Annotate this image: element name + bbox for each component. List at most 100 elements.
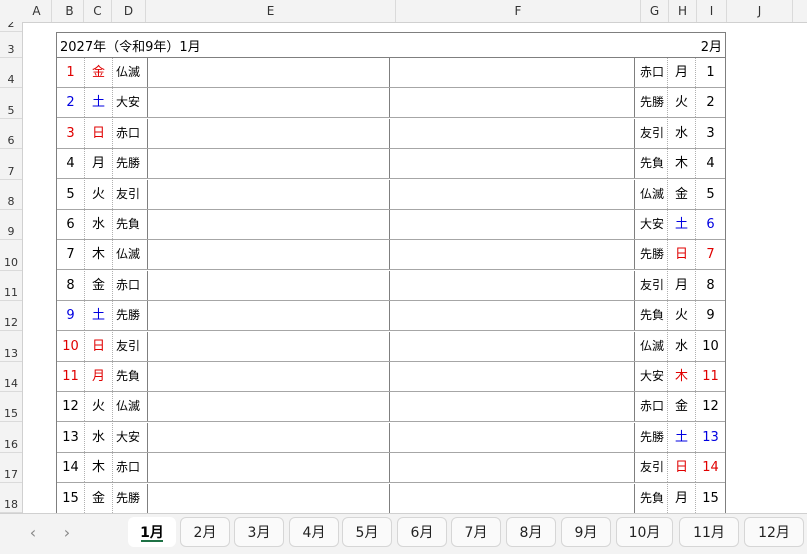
rokuyo-cell[interactable]: 先負 bbox=[113, 210, 148, 239]
sheet-tab-8[interactable]: 8月 bbox=[506, 517, 556, 547]
note-cell-january[interactable] bbox=[148, 483, 390, 513]
rokuyo-cell[interactable]: 赤口 bbox=[635, 58, 668, 87]
rokuyo-cell[interactable]: 大安 bbox=[113, 88, 148, 118]
row-header-10[interactable]: 10 bbox=[0, 240, 22, 271]
row-header-14[interactable]: 14 bbox=[0, 362, 22, 392]
note-cell-february[interactable] bbox=[390, 210, 635, 239]
column-header-A[interactable]: A bbox=[22, 0, 52, 22]
day-cell[interactable]: 3 bbox=[696, 119, 725, 148]
sheet-tab-4[interactable]: 4月 bbox=[289, 517, 339, 547]
weekday-cell[interactable]: 日 bbox=[668, 240, 696, 270]
note-cell-february[interactable] bbox=[390, 301, 635, 331]
note-cell-january[interactable] bbox=[148, 240, 390, 270]
sheet-tab-5[interactable]: 5月 bbox=[342, 517, 392, 547]
rokuyo-cell[interactable]: 大安 bbox=[635, 210, 668, 239]
rokuyo-cell[interactable]: 先負 bbox=[635, 483, 668, 513]
weekday-cell[interactable]: 月 bbox=[85, 362, 113, 391]
note-cell-january[interactable] bbox=[148, 179, 390, 209]
day-cell[interactable]: 14 bbox=[57, 453, 85, 483]
row-header-3[interactable]: 3 bbox=[0, 32, 22, 58]
weekday-cell[interactable]: 月 bbox=[668, 58, 696, 87]
rokuyo-cell[interactable]: 仏滅 bbox=[635, 179, 668, 209]
day-cell[interactable]: 15 bbox=[57, 483, 85, 513]
weekday-cell[interactable]: 月 bbox=[668, 483, 696, 513]
day-cell[interactable]: 11 bbox=[696, 362, 725, 391]
weekday-cell[interactable]: 水 bbox=[85, 422, 113, 452]
weekday-cell[interactable]: 金 bbox=[85, 483, 113, 513]
sheet-tab-6[interactable]: 6月 bbox=[397, 517, 447, 547]
day-cell[interactable]: 5 bbox=[57, 179, 85, 209]
weekday-cell[interactable]: 金 bbox=[85, 270, 113, 300]
chevron-right-icon[interactable]: › bbox=[56, 522, 78, 544]
row-header-12[interactable]: 12 bbox=[0, 301, 22, 331]
sheet-tab-12[interactable]: 12月 bbox=[744, 517, 804, 547]
sheet-tab-3[interactable]: 3月 bbox=[234, 517, 284, 547]
note-cell-february[interactable] bbox=[390, 483, 635, 513]
sheet-tab-10[interactable]: 10月 bbox=[616, 517, 673, 547]
weekday-cell[interactable]: 土 bbox=[668, 210, 696, 239]
row-header-16[interactable]: 16 bbox=[0, 422, 22, 453]
column-header-C[interactable]: C bbox=[84, 0, 112, 22]
rokuyo-cell[interactable]: 先負 bbox=[113, 362, 148, 391]
rokuyo-cell[interactable]: 友引 bbox=[113, 179, 148, 209]
weekday-cell[interactable]: 金 bbox=[668, 179, 696, 209]
rokuyo-cell[interactable]: 先負 bbox=[635, 301, 668, 331]
day-cell[interactable]: 9 bbox=[696, 301, 725, 330]
note-cell-february[interactable] bbox=[390, 149, 635, 179]
rokuyo-cell[interactable]: 先勝 bbox=[113, 301, 148, 331]
note-cell-january[interactable] bbox=[148, 270, 390, 300]
day-cell[interactable]: 1 bbox=[57, 58, 85, 87]
day-cell[interactable]: 15 bbox=[696, 484, 725, 513]
column-header-E[interactable]: E bbox=[146, 0, 396, 22]
rokuyo-cell[interactable]: 赤口 bbox=[113, 270, 148, 300]
weekday-cell[interactable]: 日 bbox=[85, 331, 113, 361]
weekday-cell[interactable]: 水 bbox=[668, 118, 696, 148]
day-cell[interactable]: 4 bbox=[57, 149, 85, 179]
day-cell[interactable]: 8 bbox=[57, 270, 85, 300]
note-cell-january[interactable] bbox=[148, 331, 390, 361]
day-cell[interactable]: 7 bbox=[57, 240, 85, 270]
day-cell[interactable]: 12 bbox=[57, 392, 85, 422]
note-cell-february[interactable] bbox=[390, 362, 635, 391]
calendar-title-row[interactable]: 2027年（令和9年）1月 2月 bbox=[57, 33, 725, 58]
weekday-cell[interactable]: 木 bbox=[85, 240, 113, 270]
note-cell-february[interactable] bbox=[390, 392, 635, 422]
column-header-B[interactable]: B bbox=[56, 0, 84, 22]
weekday-cell[interactable]: 火 bbox=[668, 88, 696, 118]
row-header-7[interactable]: 7 bbox=[0, 149, 22, 180]
rokuyo-cell[interactable]: 友引 bbox=[113, 331, 148, 361]
row-header-2[interactable]: 2 bbox=[0, 22, 22, 32]
day-cell[interactable]: 2 bbox=[696, 88, 725, 117]
note-cell-february[interactable] bbox=[390, 118, 635, 148]
note-cell-january[interactable] bbox=[148, 58, 390, 87]
weekday-cell[interactable]: 日 bbox=[668, 453, 696, 483]
rokuyo-cell[interactable]: 先負 bbox=[635, 149, 668, 179]
day-cell[interactable]: 10 bbox=[57, 331, 85, 361]
sheet-tab-1[interactable]: 1月 bbox=[128, 517, 176, 547]
note-cell-january[interactable] bbox=[148, 453, 390, 483]
row-header-6[interactable]: 6 bbox=[0, 119, 22, 149]
day-cell[interactable]: 9 bbox=[57, 301, 85, 331]
rokuyo-cell[interactable]: 赤口 bbox=[113, 453, 148, 483]
note-cell-january[interactable] bbox=[148, 210, 390, 239]
note-cell-february[interactable] bbox=[390, 331, 635, 361]
row-header-4[interactable]: 4 bbox=[0, 58, 22, 88]
chevron-left-icon[interactable]: ‹ bbox=[22, 522, 44, 544]
note-cell-february[interactable] bbox=[390, 58, 635, 87]
sheet-tab-9[interactable]: 9月 bbox=[561, 517, 611, 547]
day-cell[interactable]: 13 bbox=[696, 423, 725, 452]
note-cell-january[interactable] bbox=[148, 422, 390, 452]
day-cell[interactable]: 1 bbox=[696, 58, 725, 87]
day-cell[interactable]: 6 bbox=[57, 210, 85, 239]
weekday-cell[interactable]: 火 bbox=[85, 392, 113, 422]
weekday-cell[interactable]: 木 bbox=[85, 453, 113, 483]
column-header-F[interactable]: F bbox=[396, 0, 641, 22]
day-cell[interactable]: 2 bbox=[57, 88, 85, 118]
sheet-tab-7[interactable]: 7月 bbox=[451, 517, 501, 547]
rokuyo-cell[interactable]: 友引 bbox=[635, 118, 668, 148]
weekday-cell[interactable]: 木 bbox=[668, 149, 696, 179]
note-cell-february[interactable] bbox=[390, 453, 635, 483]
note-cell-february[interactable] bbox=[390, 270, 635, 300]
day-cell[interactable]: 4 bbox=[696, 149, 725, 178]
day-cell[interactable]: 14 bbox=[696, 453, 725, 482]
